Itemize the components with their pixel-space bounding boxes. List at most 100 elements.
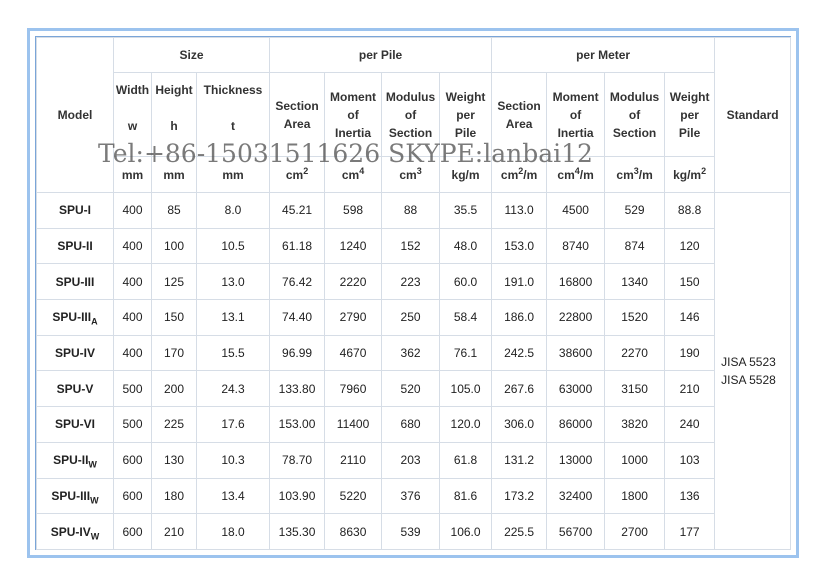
table-row: SPU-IVW 600 210 18.0 135.30 8630 539 106.0 225.5… <box>36 513 791 550</box>
weight-per-pile-cell: 35.5 <box>439 192 493 229</box>
table-row: SPU-IV 400 170 15.5 96.99 4670 362 76.1 242.5 386… <box>36 334 791 372</box>
modulus-section-cell: 223 <box>381 263 441 301</box>
section-area-per-meter-cell: 113.0 <box>491 192 548 229</box>
weight-per-meter-cell: 88.8 <box>664 192 716 229</box>
thickness-cell: 8.0 <box>195 192 271 229</box>
model-subscript: A <box>91 316 98 327</box>
moment-inertia-per-meter-cell: 16800 <box>546 263 606 301</box>
inertia-unit-base: cm <box>341 167 360 182</box>
weight-m-unit-exp: 2 <box>701 165 707 176</box>
modulus-section-per-meter-cell: 1000 <box>604 441 666 479</box>
standard-header: Standard <box>714 37 792 193</box>
moment-inertia-per-meter-cell: 56700 <box>546 513 606 550</box>
model-header: Model <box>36 37 114 193</box>
modulus-line2: of <box>404 107 417 122</box>
height-cell: 125 <box>151 263 197 301</box>
height-cell: 150 <box>151 299 197 336</box>
width-cell: 600 <box>113 441 152 479</box>
height-cell: 170 <box>151 334 197 372</box>
thickness-cell: 17.6 <box>195 406 271 443</box>
modulus-section-per-meter-cell: 2270 <box>604 334 666 372</box>
section-area-per-meter-cell: 267.6 <box>491 370 548 408</box>
height-cell: 180 <box>151 477 197 515</box>
section-area-m-line1: Section <box>497 98 541 113</box>
weight-line1: Weight <box>445 89 486 104</box>
model-subscript: W <box>88 459 97 470</box>
weight-m-line2: per <box>680 107 699 122</box>
model-name: SPU-VI <box>54 417 95 432</box>
thickness-cell: 10.5 <box>195 227 271 265</box>
standard-code: JISA 5523 <box>721 354 776 369</box>
width-label: Width <box>115 83 150 97</box>
moment-m-line2: of <box>569 107 582 122</box>
thickness-cell: 24.3 <box>195 370 271 408</box>
moment-inertia-cell: 7960 <box>324 370 383 408</box>
moment-inertia-per-meter-cell: 22800 <box>546 299 606 336</box>
modulus-section-per-meter-cell: 1340 <box>604 263 666 301</box>
section-area-cell: 153.00 <box>269 406 326 443</box>
moment-inertia-per-meter-cell: 63000 <box>546 370 606 408</box>
area-unit-base: cm <box>285 167 304 182</box>
model-subscript: W <box>90 495 99 506</box>
height-cell: 85 <box>151 192 197 229</box>
height-label: Height <box>155 83 193 97</box>
weight-per-meter-cell: 120 <box>664 227 716 265</box>
weight-per-meter-cell: 210 <box>664 370 716 408</box>
table-row: SPU-IIIA 400 150 13.1 74.40 2790 250 58.4 186.0 2… <box>36 299 791 336</box>
moment-inertia-cell: 2110 <box>324 441 383 479</box>
modulus-section-per-meter-cell: 2700 <box>604 513 666 550</box>
thickness-cell: 15.5 <box>195 334 271 372</box>
moment-line2: of <box>347 107 359 122</box>
moment-inertia-per-meter-cell: 8740 <box>546 227 606 265</box>
model-name: SPU-II <box>57 239 93 254</box>
moment-inertia-cell: 598 <box>324 192 383 229</box>
weight-per-pile-cell: 105.0 <box>439 370 493 408</box>
model-cell: SPU-VI <box>36 406 114 443</box>
weight-per-meter-cell: 190 <box>664 334 716 372</box>
weight-per-pile-cell: 48.0 <box>439 227 493 265</box>
modulus-m-line3: Section <box>612 125 657 140</box>
width-cell: 600 <box>113 513 152 550</box>
model-name: SPU-III <box>51 488 91 503</box>
model-subscript: W <box>90 530 100 541</box>
model-cell: SPU-IVW <box>36 513 114 550</box>
per-pile-header: per Pile <box>269 37 493 73</box>
inertia-m-unit-base: cm <box>557 167 575 182</box>
weight-per-meter-cell: 150 <box>664 263 716 301</box>
table-row: SPU-IIW 600 130 10.3 78.70 2110 203 61.8 131.2 13… <box>36 441 791 479</box>
modulus-m-unit-base: cm <box>616 167 634 182</box>
height-cell: 100 <box>151 227 197 265</box>
weight-per-pile-cell: 120.0 <box>439 406 493 443</box>
weight-per-pile-cell: 61.8 <box>439 441 493 479</box>
modulus-section-cell: 362 <box>381 334 441 372</box>
section-area-m-line2: Area <box>505 116 533 131</box>
weight-m-unit: kg/m2 <box>664 156 716 193</box>
modulus-section-per-meter-cell: 874 <box>604 227 666 265</box>
section-area-cell: 61.18 <box>269 227 326 265</box>
modulus-section-cell: 520 <box>381 370 441 408</box>
weight-per-meter-cell: 103 <box>664 441 716 479</box>
modulus-section-meter-header: Modulus of Section <box>604 72 666 157</box>
width-cell: 400 <box>113 334 152 372</box>
section-area-cell: 135.30 <box>269 513 326 550</box>
modulus-section-per-meter-cell: 3150 <box>604 370 666 408</box>
width-cell: 500 <box>113 370 152 408</box>
model-name: SPU-I <box>58 203 91 218</box>
section-area-cell: 74.40 <box>269 299 326 336</box>
modulus-section-cell: 680 <box>381 406 441 443</box>
w-symbol: w <box>127 119 138 133</box>
modulus-m-unit: cm3/m <box>604 156 666 193</box>
table-row: SPU-I 400 85 8.0 45.21 598 88 35.5 113.0 4500 529 8… <box>36 192 792 550</box>
table-row: SPU-IIIW 600 180 13.4 103.90 5220 376 81.6 173.2… <box>36 477 791 515</box>
model-cell: SPU-II <box>36 227 114 265</box>
section-area-per-meter-cell: 306.0 <box>491 406 548 443</box>
moment-inertia-per-meter-cell: 32400 <box>546 477 606 515</box>
section-area-per-meter-cell: 173.2 <box>491 477 548 515</box>
standard-cell: JISA 5523 JISA 5528 <box>714 192 792 550</box>
moment-inertia-per-meter-cell: 4500 <box>546 192 606 229</box>
model-cell: SPU-IIIA <box>36 299 114 336</box>
moment-inertia-cell: 8630 <box>324 513 383 550</box>
area-m-unit-base: cm <box>500 167 519 182</box>
model-cell: SPU-IIW <box>36 441 114 479</box>
section-area-cell: 96.99 <box>269 334 326 372</box>
